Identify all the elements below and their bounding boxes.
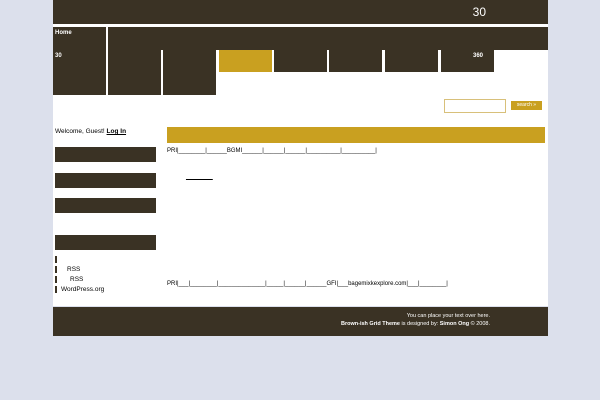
nav-item-360[interactable]: 360: [441, 50, 494, 72]
sidebar-link-rss[interactable]: RSS: [67, 266, 80, 273]
footer-note: You can place your text over here.: [406, 313, 490, 319]
nav-item-3[interactable]: [163, 50, 216, 95]
author-name[interactable]: Simon Ong: [440, 321, 469, 327]
site-footer: You can place your text over here. Brown…: [53, 307, 548, 336]
content-heading-bar: [167, 127, 545, 143]
search-input[interactable]: [444, 99, 506, 113]
sidebar-link-rss-comments[interactable]: RSS: [70, 276, 83, 283]
nav-bar-top: [108, 27, 548, 50]
theme-name[interactable]: Brown-ish Grid Theme: [341, 321, 400, 327]
login-link[interactable]: Log In: [107, 128, 127, 135]
nav-item-6[interactable]: [329, 50, 382, 72]
sidebar-link-marker: [55, 286, 57, 293]
designed-by-text: is designed by:: [401, 321, 439, 327]
nav-item-home[interactable]: Home 30: [53, 27, 106, 95]
sidebar-widget-4: [55, 235, 156, 250]
sidebar-link-wordpress[interactable]: WordPress.org: [61, 286, 104, 293]
nav-home-label: Home: [55, 30, 72, 36]
nav-item-5[interactable]: [274, 50, 327, 72]
post-text-line: PRI|________|______BGMI______|______|___…: [167, 148, 377, 154]
welcome-message: Welcome, Guest! Log In: [55, 128, 126, 135]
sidebar-widget-3: [55, 198, 156, 213]
sidebar-link-marker: [55, 266, 57, 273]
footer-credits: Brown-ish Grid Theme is designed by: Sim…: [341, 321, 490, 327]
nav-360-label: 360: [473, 53, 484, 59]
copyright-text: © 2008.: [470, 321, 490, 327]
post-link[interactable]: ________: [186, 174, 213, 180]
nav-30-label: 30: [55, 53, 62, 59]
welcome-text: Welcome, Guest!: [55, 128, 105, 135]
nav-item-7[interactable]: [385, 50, 438, 72]
sidebar-link-marker: [55, 256, 57, 263]
sidebar-link-marker: [55, 276, 57, 283]
nav-item-2[interactable]: [108, 50, 161, 95]
sidebar-widget-1: [55, 147, 156, 162]
site-header: 30: [53, 0, 548, 24]
search-button[interactable]: search »: [511, 101, 542, 110]
nav-item-active[interactable]: [219, 50, 272, 72]
sidebar-widget-2: [55, 173, 156, 188]
site-title[interactable]: 30: [473, 5, 486, 19]
nav-item-30[interactable]: 30: [55, 53, 62, 59]
post-text-line: PRI|___|________|______________|_____|__…: [167, 281, 448, 287]
